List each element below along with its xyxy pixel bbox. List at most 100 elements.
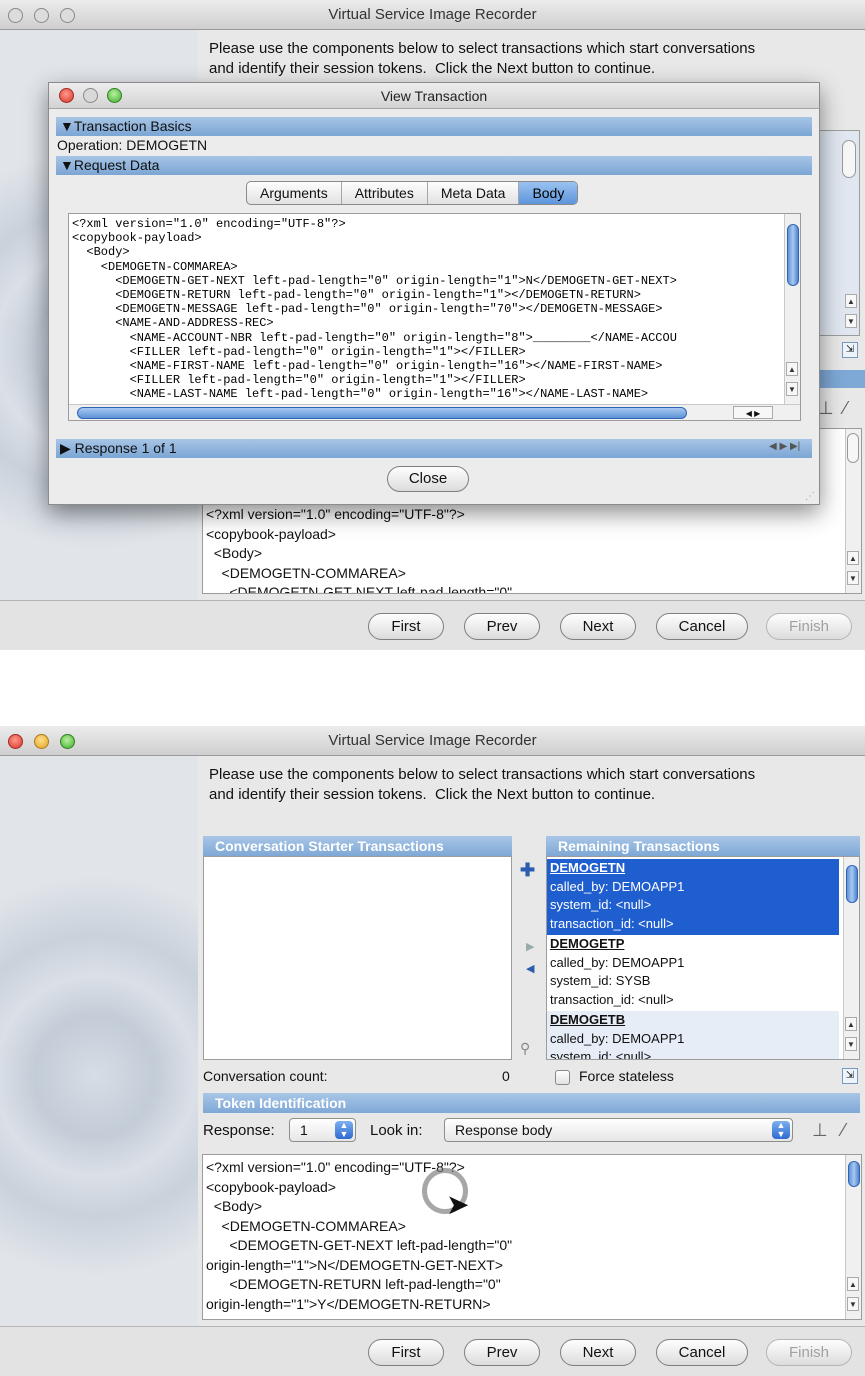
force-stateless-label: Force stateless	[579, 1068, 674, 1084]
response-nav-icon[interactable]: ◀ ▶ ▶|	[769, 441, 800, 452]
transaction-name: DEMOGETP	[550, 936, 625, 951]
scroll-thumb[interactable]	[787, 224, 799, 286]
next-button[interactable]: Next	[560, 1339, 636, 1366]
list-item[interactable]: DEMOGETN called_by: DEMOAPP1 system_id: …	[547, 859, 839, 935]
h-scroll-thumb[interactable]	[77, 407, 687, 419]
look-in-label: Look in:	[370, 1122, 423, 1139]
instructions-text: Please use the components below to selec…	[209, 766, 756, 803]
called-by: called_by: DEMOAPP1	[550, 1030, 685, 1046]
scroll-up-icon[interactable]: ▲	[847, 1277, 859, 1291]
wizard-button-bar: First Prev Next Cancel Finish	[0, 600, 865, 650]
move-right-icon[interactable]: ▶	[526, 940, 534, 953]
search-icon[interactable]: ⚲	[520, 1040, 530, 1057]
scroll-down-icon[interactable]: ▼	[847, 571, 859, 585]
transaction-name: DEMOGETB	[550, 1012, 626, 1027]
first-button[interactable]: First	[368, 613, 444, 640]
body-horizontal-scrollbar[interactable]: ◀ ▶	[69, 404, 800, 420]
dialog-close-button[interactable]	[59, 88, 74, 103]
zoom-window-button[interactable]	[60, 734, 75, 749]
tab-arguments[interactable]: Arguments	[247, 182, 342, 204]
system-id: system_id: SYSB	[550, 973, 651, 988]
transaction-id: transaction_id: <null>	[550, 915, 674, 931]
tab-body[interactable]: Body	[519, 182, 578, 204]
conversation-count-value: 0	[502, 1068, 510, 1084]
response-section[interactable]: ▶ Response 1 of 1	[56, 439, 812, 458]
stepper-arrows-icon[interactable]: ▲ ▼	[335, 1121, 353, 1139]
first-button[interactable]: First	[368, 1339, 444, 1366]
operation-label: Operation: DEMOGETN	[57, 137, 208, 153]
force-stateless-checkbox[interactable]	[555, 1070, 570, 1085]
recorder-window-2: Virtual Service Image Recorder Please us…	[0, 726, 865, 1376]
body-vertical-scrollbar[interactable]: ▲ ▼	[784, 214, 800, 404]
pencil-icon[interactable]: ⁄	[842, 1120, 845, 1141]
scroll-thumb[interactable]	[848, 1161, 860, 1187]
dialog-zoom-button[interactable]	[107, 88, 122, 103]
minimize-window-button[interactable]	[34, 734, 49, 749]
transaction-basics-section[interactable]: ▼Transaction Basics	[56, 117, 812, 136]
list-scroll-thumb[interactable]	[842, 140, 856, 178]
cancel-button[interactable]: Cancel	[656, 1339, 748, 1366]
list-item[interactable]: DEMOGETB called_by: DEMOAPP1 system_id: …	[547, 1011, 839, 1060]
tab-attributes[interactable]: Attributes	[342, 182, 428, 204]
request-data-section[interactable]: ▼Request Data	[56, 156, 812, 175]
close-window-button[interactable]	[8, 734, 23, 749]
finish-button[interactable]: Finish	[766, 1339, 852, 1366]
starter-list[interactable]	[203, 856, 512, 1060]
system-id: system_id: <null>	[550, 897, 652, 912]
add-starter-icon[interactable]: ✚	[520, 860, 535, 881]
h-scroll-arrows-icon[interactable]: ◀ ▶	[733, 406, 773, 419]
finish-button[interactable]: Finish	[766, 613, 852, 640]
remaining-header: Remaining Transactions	[546, 836, 860, 856]
instructions-text: Please use the components below to selec…	[209, 40, 756, 77]
close-window-button[interactable]	[8, 8, 23, 23]
next-button[interactable]: Next	[560, 613, 636, 640]
scroll-down-icon[interactable]: ▼	[786, 382, 798, 396]
scroll-thumb[interactable]	[847, 433, 859, 463]
scroll-down-icon[interactable]: ▼	[845, 314, 857, 328]
close-button[interactable]: Close	[387, 466, 469, 492]
wizard-button-bar: First Prev Next Cancel Finish	[0, 1326, 865, 1376]
scroll-down-icon[interactable]: ▼	[845, 1037, 857, 1051]
look-in-select[interactable]: Response body ▲ ▼	[444, 1118, 793, 1142]
system-id: system_id: <null>	[550, 1049, 652, 1060]
list-item[interactable]: DEMOGETP called_by: DEMOAPP1 system_id: …	[547, 935, 839, 1011]
response-scrollbar[interactable]: ▲ ▼	[845, 1155, 861, 1319]
prev-button[interactable]: Prev	[464, 1339, 540, 1366]
token-identification-header: Token Identification	[203, 1093, 860, 1113]
response-scrollbar[interactable]: ▲ ▼	[845, 429, 861, 593]
cancel-button[interactable]: Cancel	[656, 613, 748, 640]
look-in-value: Response body	[455, 1122, 553, 1138]
response-label: Response:	[203, 1122, 275, 1139]
scroll-thumb[interactable]	[846, 865, 858, 903]
tab-meta-data[interactable]: Meta Data	[428, 182, 520, 204]
pin-icon[interactable]: ⊥	[818, 398, 834, 419]
response-stepper[interactable]: 1 ▲ ▼	[289, 1118, 356, 1142]
scroll-up-icon[interactable]: ▲	[845, 294, 857, 308]
export-icon[interactable]: ⇲	[842, 342, 858, 358]
resize-grip-icon[interactable]: ⋰	[805, 491, 815, 502]
select-arrows-icon[interactable]: ▲ ▼	[772, 1121, 790, 1139]
response-xml-text: <?xml version="1.0" encoding="UTF-8"?> <…	[206, 1159, 699, 1318]
pin-icon[interactable]: ⊥	[812, 1120, 828, 1141]
body-xml-editor[interactable]: <?xml version="1.0" encoding="UTF-8"?> <…	[68, 213, 801, 421]
scroll-up-icon[interactable]: ▲	[786, 362, 798, 376]
pencil-icon[interactable]: ⁄	[844, 398, 847, 419]
wizard-sidebar-art	[0, 756, 198, 1326]
scroll-up-icon[interactable]: ▲	[845, 1017, 857, 1031]
view-transaction-dialog: View Transaction ▼Transaction Basics Ope…	[48, 82, 820, 505]
minimize-window-button[interactable]	[34, 8, 49, 23]
conversation-count-label: Conversation count:	[203, 1068, 328, 1084]
remaining-scrollbar[interactable]: ▲ ▼	[843, 857, 859, 1059]
prev-button[interactable]: Prev	[464, 613, 540, 640]
remaining-list[interactable]: DEMOGETN called_by: DEMOAPP1 system_id: …	[546, 856, 860, 1060]
response-text-area[interactable]: <?xml version="1.0" encoding="UTF-8"?> <…	[202, 1154, 862, 1320]
scroll-up-icon[interactable]: ▲	[847, 551, 859, 565]
response-xml-text: <?xml version="1.0" encoding="UTF-8"?> <…	[206, 506, 513, 593]
zoom-window-button[interactable]	[60, 8, 75, 23]
export-icon[interactable]: ⇲	[842, 1068, 858, 1084]
scroll-down-icon[interactable]: ▼	[847, 1297, 859, 1311]
dialog-title: View Transaction	[49, 83, 819, 109]
move-left-icon[interactable]: ◀	[526, 962, 534, 975]
dialog-minimize-button[interactable]	[83, 88, 98, 103]
window-title: Virtual Service Image Recorder	[0, 0, 865, 30]
